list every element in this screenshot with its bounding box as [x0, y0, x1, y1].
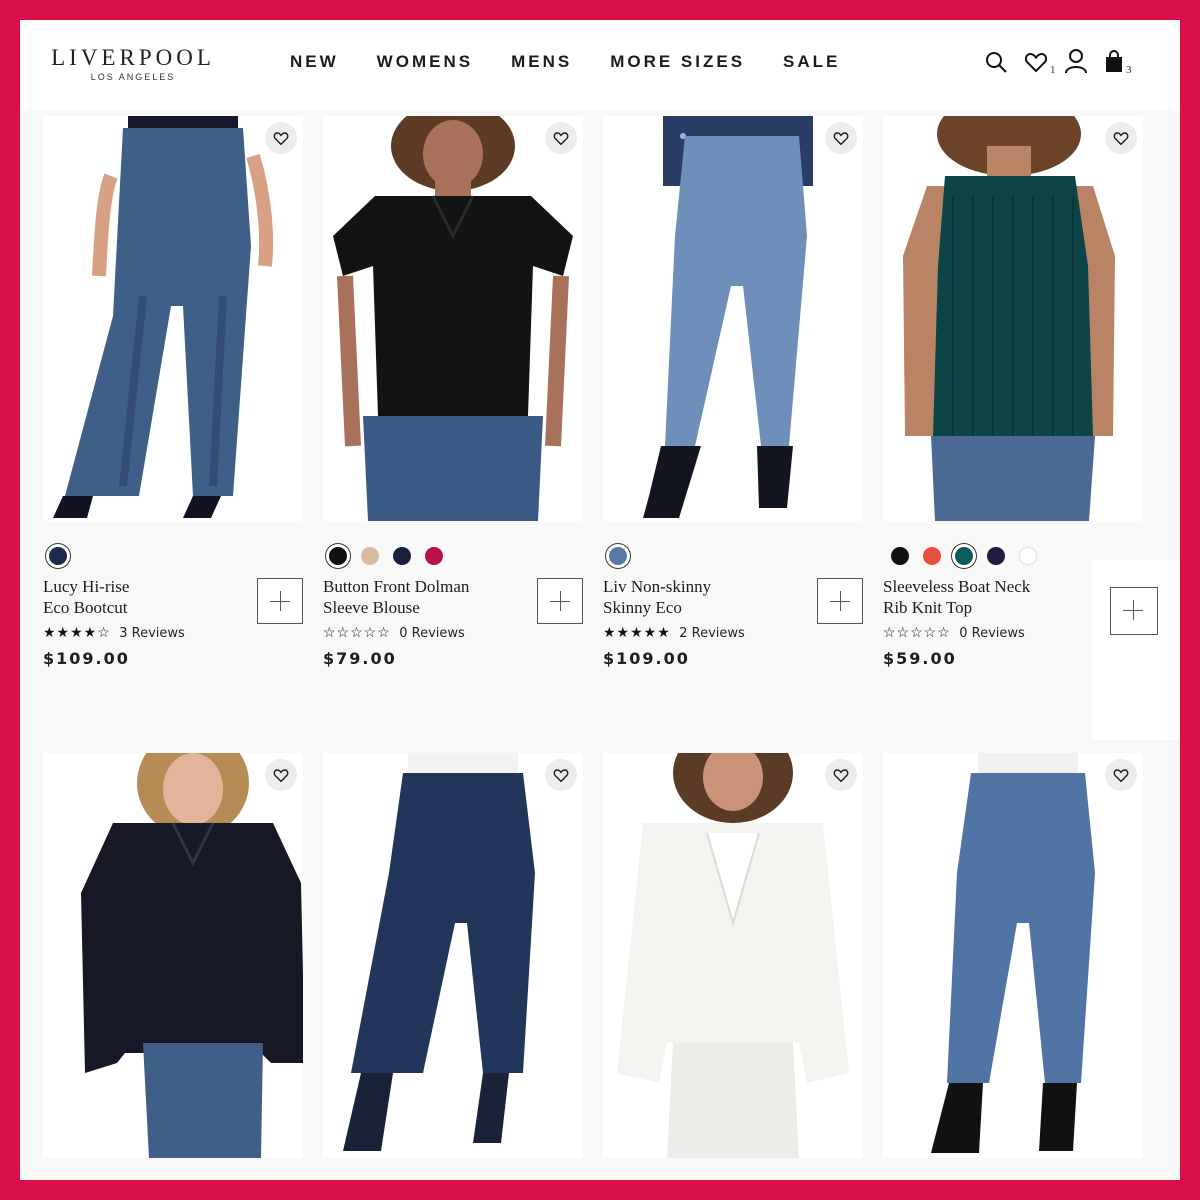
- color-swatch[interactable]: [609, 547, 627, 565]
- wishlist-button[interactable]: [1105, 759, 1137, 791]
- review-count[interactable]: 0 Reviews: [959, 626, 1025, 641]
- color-swatch[interactable]: [393, 547, 411, 565]
- wishlist-button[interactable]: [545, 759, 577, 791]
- product-rating: ★★★★★ 2 Reviews: [603, 624, 745, 641]
- quick-add-button[interactable]: [1110, 587, 1158, 635]
- product-image[interactable]: [883, 753, 1143, 1158]
- wishlist-button[interactable]: [1105, 122, 1137, 154]
- nav-sale[interactable]: SALE: [783, 52, 840, 72]
- nav-mens[interactable]: MENS: [511, 52, 572, 72]
- product-image[interactable]: [43, 753, 303, 1158]
- review-count[interactable]: 3 Reviews: [119, 626, 185, 641]
- product-name[interactable]: Liv Non-skinny Skinny Eco: [603, 576, 803, 618]
- color-swatch[interactable]: [891, 547, 909, 565]
- product-price: $109.00: [43, 649, 130, 668]
- quick-add-button[interactable]: [257, 578, 303, 624]
- product-image[interactable]: [43, 116, 303, 521]
- nav-more-sizes[interactable]: MORE SIZES: [610, 52, 745, 72]
- shopping-bag-icon[interactable]: [1104, 50, 1124, 74]
- user-icon[interactable]: [1064, 48, 1088, 74]
- product-price: $79.00: [323, 649, 397, 668]
- main-nav: NEW WOMENS MENS MORE SIZES SALE: [290, 52, 878, 72]
- search-icon[interactable]: [984, 50, 1008, 74]
- product-price: $109.00: [603, 649, 690, 668]
- page-frame: LIVERPOOL LOS ANGELES NEW WOMENS MENS MO…: [20, 20, 1180, 1180]
- review-count[interactable]: 2 Reviews: [679, 626, 745, 641]
- wishlist-button[interactable]: [825, 759, 857, 791]
- wishlist-button[interactable]: [825, 122, 857, 154]
- product-image[interactable]: [323, 753, 583, 1158]
- wishlist-button[interactable]: [265, 759, 297, 791]
- rating-stars: ★★★★★: [603, 624, 671, 640]
- color-swatch[interactable]: [329, 547, 347, 565]
- color-swatch[interactable]: [987, 547, 1005, 565]
- heart-icon[interactable]: [1024, 50, 1048, 74]
- rating-stars: ☆☆☆☆☆: [883, 624, 951, 640]
- product-image[interactable]: [603, 116, 863, 521]
- nav-womens[interactable]: WOMENS: [377, 52, 473, 72]
- brand-tagline: LOS ANGELES: [90, 72, 176, 82]
- product-rating: ☆☆☆☆☆ 0 Reviews: [323, 624, 465, 641]
- product-image[interactable]: [603, 753, 863, 1158]
- product-name[interactable]: Button Front Dolman Sleeve Blouse: [323, 576, 523, 618]
- rating-stars: ★★★★☆: [43, 624, 111, 640]
- color-swatch[interactable]: [49, 547, 67, 565]
- product-name-line1: Liv Non-skinny: [603, 577, 712, 596]
- product-image[interactable]: [883, 116, 1143, 521]
- quick-add-button[interactable]: [817, 578, 863, 624]
- site-header: LIVERPOOL LOS ANGELES NEW WOMENS MENS MO…: [20, 20, 1180, 110]
- product-price: $59.00: [883, 649, 957, 668]
- nav-new[interactable]: NEW: [290, 52, 339, 72]
- wishlist-button[interactable]: [265, 122, 297, 154]
- color-swatch[interactable]: [425, 547, 443, 565]
- wishlist-count: 1: [1050, 64, 1056, 76]
- color-swatch[interactable]: [923, 547, 941, 565]
- product-name-line2: Rib Knit Top: [883, 598, 973, 617]
- product-name[interactable]: Lucy Hi-rise Eco Bootcut: [43, 576, 243, 618]
- product-rating: ☆☆☆☆☆ 0 Reviews: [883, 624, 1025, 641]
- product-name-line1: Button Front Dolman: [323, 577, 470, 596]
- product-name-line2: Eco Bootcut: [43, 598, 128, 617]
- bag-count: 3: [1126, 64, 1132, 76]
- color-swatch[interactable]: [1019, 547, 1037, 565]
- brand-name: LIVERPOOL: [51, 45, 215, 70]
- color-swatch[interactable]: [955, 547, 973, 565]
- rating-stars: ☆☆☆☆☆: [323, 624, 391, 640]
- header-actions: 1 3: [980, 48, 1150, 84]
- wishlist-button[interactable]: [545, 122, 577, 154]
- quick-add-button[interactable]: [537, 578, 583, 624]
- review-count[interactable]: 0 Reviews: [399, 626, 465, 641]
- product-name[interactable]: Sleeveless Boat Neck Rib Knit Top: [883, 576, 1083, 618]
- product-rating: ★★★★☆ 3 Reviews: [43, 624, 185, 641]
- quick-add-panel: [1092, 560, 1180, 740]
- color-swatch[interactable]: [361, 547, 379, 565]
- product-image[interactable]: [323, 116, 583, 521]
- product-name-line2: Sleeve Blouse: [323, 598, 420, 617]
- product-name-line2: Skinny Eco: [603, 598, 682, 617]
- product-name-line1: Sleeveless Boat Neck: [883, 577, 1031, 596]
- brand-logo[interactable]: LIVERPOOL LOS ANGELES: [44, 45, 222, 83]
- product-name-line1: Lucy Hi-rise: [43, 577, 130, 596]
